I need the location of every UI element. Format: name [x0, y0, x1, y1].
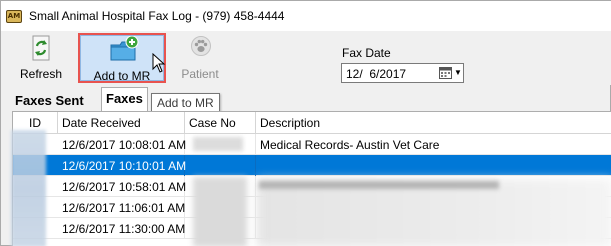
column-header-description[interactable]: Description	[256, 112, 611, 134]
tab-strip: Faxes Sent Faxes	[1, 85, 611, 111]
redacted-case-no	[193, 177, 247, 246]
redacted-description-text	[259, 181, 499, 189]
description-cell: Medical Records- Austin Vet Care	[260, 138, 440, 152]
paw-icon	[191, 36, 211, 56]
column-header-date-received[interactable]: Date Received	[58, 112, 185, 134]
redacted-case-no	[193, 137, 243, 151]
date-received-cell: 12/6/2017 10:08:01 AM	[58, 134, 186, 155]
case-no-cell	[185, 155, 256, 176]
calendar-icon[interactable]	[439, 67, 452, 79]
window-title: Small Animal Hospital Fax Log - (979) 45…	[29, 9, 285, 23]
patient-label: Patient	[181, 67, 219, 81]
column-header-case-no[interactable]: Case No	[185, 112, 256, 134]
refresh-button[interactable]: Refresh	[14, 33, 68, 83]
mouse-pointer-icon	[152, 53, 166, 73]
title-bar: AM Small Animal Hospital Fax Log - (979)…	[1, 1, 611, 31]
folder-add-icon	[110, 36, 139, 61]
patient-button[interactable]: Patient	[174, 33, 226, 83]
tab-faxes-sent[interactable]: Faxes Sent	[12, 91, 87, 111]
redacted-description	[257, 179, 611, 246]
toolbar: Refresh Add to MR Patient Fax Date 12/ 6…	[1, 31, 611, 85]
date-received-cell: 12/6/2017 10:10:01 AM	[58, 155, 186, 176]
tooltip: Add to MR	[151, 93, 220, 112]
fax-date-value: 12/ 6/2017	[346, 67, 407, 81]
fax-date-picker[interactable]: 12/ 6/2017 ▼	[341, 63, 464, 83]
tab-faxes[interactable]: Faxes	[101, 87, 148, 111]
fax-date-label: Fax Date	[342, 46, 391, 60]
description-cell	[256, 155, 611, 176]
table-row-selected[interactable]: 12/6/2017 10:10:01 AM	[13, 155, 611, 176]
hospital-logo-icon: AM	[6, 10, 22, 23]
tab-faxes-label: Faxes	[106, 91, 143, 106]
app-window: AM Small Animal Hospital Fax Log - (979)…	[0, 0, 611, 246]
date-received-cell: 12/6/2017 11:30:00 AM	[58, 218, 185, 239]
redacted-id-column	[11, 130, 46, 246]
table-row[interactable]: 12/6/2017 10:08:01 AM Medical Records- A…	[13, 134, 611, 155]
refresh-label: Refresh	[19, 67, 63, 81]
chevron-down-icon[interactable]: ▼	[454, 67, 462, 79]
date-received-cell: 12/6/2017 10:58:01 AM	[58, 176, 186, 197]
tab-faxes-sent-label: Faxes Sent	[15, 93, 84, 108]
refresh-icon	[32, 35, 50, 61]
grid-header: ID Date Received Case No Description	[13, 112, 611, 134]
date-received-cell: 12/6/2017 11:06:01 AM	[58, 197, 185, 218]
